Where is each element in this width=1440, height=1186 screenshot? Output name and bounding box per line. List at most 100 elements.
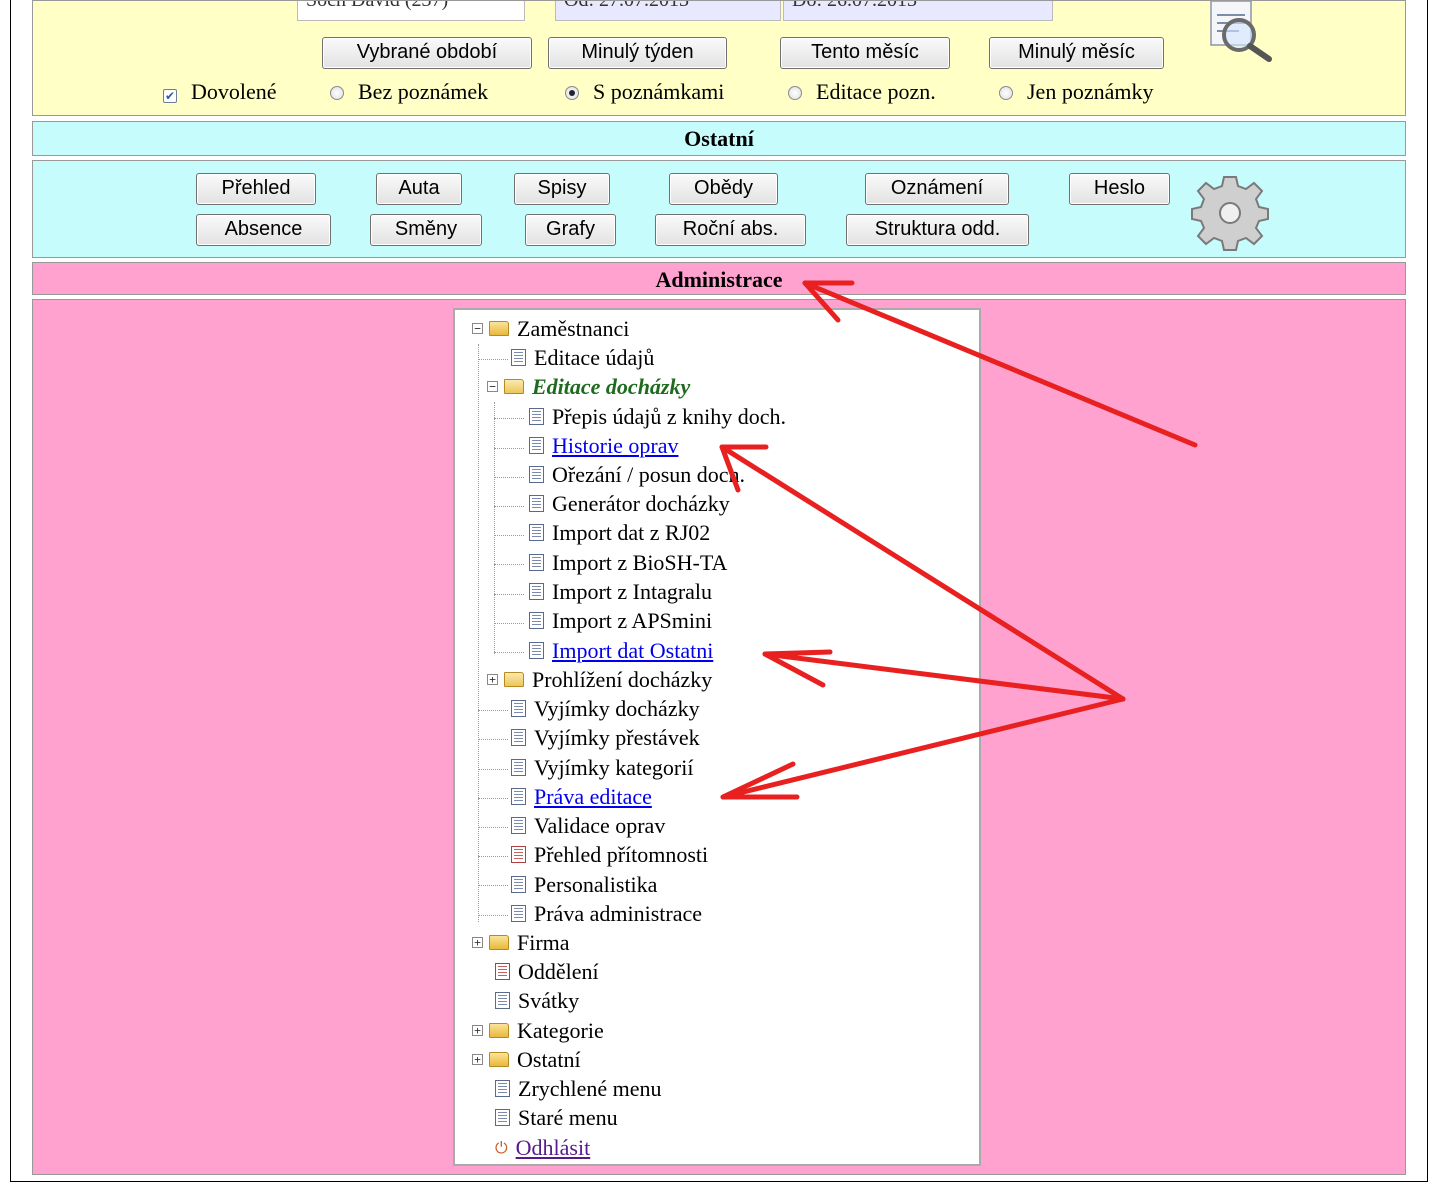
tree-folder-categories[interactable]: + Kategorie [472, 1018, 604, 1044]
document-icon [511, 876, 526, 894]
password-button[interactable]: Heslo [1069, 173, 1170, 205]
tree-guide-line [478, 359, 508, 360]
announcements-button[interactable]: Oznámení [865, 173, 1009, 205]
tree-label: Svátky [518, 988, 580, 1013]
tree-item-import-intagral[interactable]: Import z Intagralu [529, 579, 712, 605]
overview-button[interactable]: Přehled [196, 173, 316, 205]
date-from-field[interactable]: Od: 27.07.2013 [555, 1, 781, 21]
cars-button[interactable]: Auta [376, 173, 462, 205]
tree-guide-line [478, 344, 479, 922]
tree-item-correction-history[interactable]: Historie oprav [529, 433, 678, 459]
last-month-button[interactable]: Minulý měsíc [989, 37, 1164, 69]
tree-item-admin-rights[interactable]: Práva administrace [511, 901, 702, 927]
tree-guide-line [478, 710, 508, 711]
tree-item-import-apsmini[interactable]: Import z APSmini [529, 608, 712, 634]
tree-label: Vyjímky kategorií [534, 755, 694, 780]
tree-item-break-exceptions[interactable]: Vyjímky přestávek [511, 725, 700, 751]
tree-item-rewrite-book[interactable]: Přepis údajů z knihy doch. [529, 404, 786, 430]
tree-item-import-biosh[interactable]: Import z BioSH-TA [529, 550, 727, 576]
department-structure-button[interactable]: Struktura odd. [846, 214, 1029, 246]
tree-folder-edit-attendance[interactable]: − Editace docházky [487, 374, 690, 400]
document-icon [529, 554, 544, 572]
document-icon [511, 846, 526, 864]
tree-item-logout[interactable]: ⏻ Odhlásit [495, 1135, 590, 1163]
tree-label: Ořezání / posun doch. [552, 462, 746, 487]
tree-item-category-exceptions[interactable]: Vyjímky kategorií [511, 755, 693, 781]
expand-icon[interactable]: + [472, 1025, 483, 1037]
tree-guide-line [478, 827, 508, 828]
tree-item-edit-rights[interactable]: Práva editace [511, 784, 652, 810]
yearly-absence-button[interactable]: Roční abs. [655, 214, 806, 246]
files-button[interactable]: Spisy [514, 173, 610, 205]
option-vacations[interactable]: ✔ Dovolené [163, 79, 277, 105]
graphs-button[interactable]: Grafy [525, 214, 616, 246]
tree-item-personnel[interactable]: Personalistika [511, 872, 657, 898]
tree-item-import-rj02[interactable]: Import dat z RJ02 [529, 520, 710, 546]
tree-link[interactable]: Import dat Ostatni [552, 638, 713, 663]
document-icon [529, 612, 544, 630]
document-icon [495, 1080, 510, 1098]
magnifier-icon[interactable] [1205, 1, 1285, 63]
tree-item-old-menu[interactable]: Staré menu [495, 1105, 618, 1131]
document-icon [511, 905, 526, 923]
tree-item-department[interactable]: Oddělení [495, 959, 599, 985]
tree-folder-company[interactable]: + Firma [472, 930, 570, 956]
option-with-notes[interactable]: S poznámkami [565, 79, 724, 105]
document-icon [511, 759, 526, 777]
tree-folder-view-attendance[interactable]: + Prohlížení docházky [487, 667, 712, 693]
checkbox-icon[interactable]: ✔ [163, 89, 177, 103]
tree-label: Oddělení [518, 959, 599, 984]
tree-item-edit-data[interactable]: Editace údajů [511, 345, 654, 371]
tree-label: Vyjímky docházky [534, 696, 700, 721]
option-notes-only[interactable]: Jen poznámky [999, 79, 1153, 105]
option-label: S poznámkami [593, 79, 725, 104]
last-week-button[interactable]: Minulý týden [548, 37, 727, 69]
tree-item-attendance-exceptions[interactable]: Vyjímky docházky [511, 696, 700, 722]
date-to-field[interactable]: Do: 26.07.2013 [783, 1, 1053, 21]
tree-item-validate-corrections[interactable]: Validace oprav [511, 813, 665, 839]
radio-icon[interactable] [330, 86, 344, 100]
tree-label: Kategorie [517, 1018, 604, 1043]
tree-item-quick-menu[interactable]: Zrychlené menu [495, 1076, 662, 1102]
tree-item-holidays[interactable]: Svátky [495, 988, 579, 1014]
logout-icon: ⏻ [495, 1137, 508, 1157]
gear-icon[interactable] [1184, 175, 1276, 251]
tree-item-presence-overview[interactable]: Přehled přítomnosti [511, 842, 708, 868]
document-icon [511, 817, 526, 835]
admin-tree: − Zaměstnanci Editace údajů − Editace doch… [453, 308, 981, 1166]
expand-icon[interactable]: + [472, 937, 483, 949]
tree-link[interactable]: Historie oprav [552, 433, 678, 458]
tree-label: Import z APSmini [552, 608, 713, 633]
selected-period-button[interactable]: Vybrané období [322, 37, 532, 69]
document-icon [511, 700, 526, 718]
option-edit-notes[interactable]: Editace pozn. [788, 79, 936, 105]
tree-link[interactable]: Práva editace [534, 784, 652, 809]
tree-item-generator[interactable]: Generátor docházky [529, 491, 730, 517]
document-icon [495, 992, 510, 1010]
radio-icon[interactable] [565, 86, 579, 100]
lunches-button[interactable]: Obědy [669, 173, 778, 205]
employee-select[interactable]: Soch David (237) [297, 1, 525, 21]
tree-folder-other[interactable]: + Ostatní [472, 1047, 581, 1073]
tree-item-import-ostatni[interactable]: Import dat Ostatni [529, 638, 713, 664]
expand-icon[interactable]: + [472, 1054, 483, 1066]
tree-item-trim-shift[interactable]: Ořezání / posun doch. [529, 462, 745, 488]
option-no-notes[interactable]: Bez poznámek [330, 79, 488, 105]
tree-label: Ostatní [517, 1047, 581, 1072]
document-icon [511, 729, 526, 747]
tree-label: Firma [517, 930, 570, 955]
tree-folder-employees[interactable]: − Zaměstnanci [472, 316, 629, 342]
option-label: Editace pozn. [816, 79, 936, 104]
radio-icon[interactable] [788, 86, 802, 100]
expand-icon[interactable]: + [487, 674, 498, 686]
shifts-button[interactable]: Směny [370, 214, 482, 246]
collapse-icon[interactable]: − [472, 323, 483, 335]
tree-label: Přepis údajů z knihy doch. [552, 404, 787, 429]
this-month-button[interactable]: Tento měsíc [780, 37, 950, 69]
radio-icon[interactable] [999, 86, 1013, 100]
tree-link[interactable]: Odhlásit [516, 1135, 591, 1160]
tree-label: Import dat z RJ02 [552, 520, 711, 545]
absence-button[interactable]: Absence [196, 214, 331, 246]
collapse-icon[interactable]: − [487, 381, 498, 393]
tree-guide-line [494, 594, 524, 595]
